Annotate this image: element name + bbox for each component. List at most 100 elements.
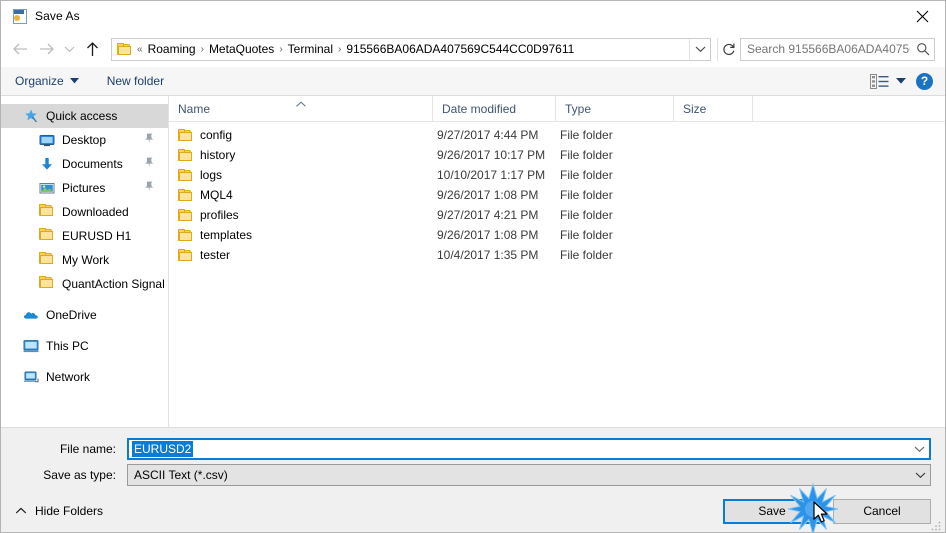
dialog-footer: Hide Folders Save Cancel [1,490,945,532]
file-list-rows: config 9/27/2017 4:44 PM File folder his… [169,122,945,427]
file-type-cell: File folder [560,128,613,142]
search-box[interactable] [740,37,935,61]
sidebar-item-onedrive[interactable]: OneDrive [1,303,168,327]
breadcrumb-item-2[interactable]: Terminal [284,42,337,56]
column-header-date-modified[interactable]: Date modified [433,96,556,121]
chevron-down-icon [64,46,74,53]
address-bar[interactable]: « Roaming › MetaQuotes › Terminal › 9155… [111,37,711,61]
folder-icon [178,128,193,142]
chevron-up-icon [295,97,307,111]
table-row[interactable]: logs 10/10/2017 1:17 PM File folder [169,165,945,185]
pin-icon[interactable] [144,181,154,195]
back-button[interactable] [7,36,33,62]
help-button[interactable]: ? [916,72,933,90]
breadcrumb-item-3[interactable]: 915566BA06ADA407569C544CC0D97611 [342,42,578,56]
arrow-left-icon [12,43,27,55]
table-row[interactable]: MQL4 9/26/2017 1:08 PM File folder [169,185,945,205]
organize-button[interactable]: Organize [15,74,79,88]
file-type-cell: File folder [560,208,613,222]
sidebar-item-desktop[interactable]: Desktop [1,128,168,152]
sidebar-item-label: Pictures [62,181,106,195]
column-header-label: Size [683,101,707,116]
breadcrumb-item-0[interactable]: Roaming [144,42,200,56]
table-row[interactable]: history 9/26/2017 10:17 PM File folder [169,145,945,165]
pin-icon[interactable] [144,157,154,171]
sidebar-item-my-work[interactable]: My Work [1,248,168,272]
sidebar-item-label: OneDrive [46,308,97,322]
column-header-type[interactable]: Type [556,96,674,121]
file-name-label: templates [200,228,253,242]
sidebar-item-pictures[interactable]: Pictures [1,176,168,200]
column-header-label: Type [565,101,592,116]
save-as-type-dropdown-button[interactable] [910,471,930,479]
sidebar-item-label: This PC [46,339,89,353]
file-name-label: MQL4 [200,188,233,202]
close-button[interactable] [899,1,945,31]
breadcrumb-item-1[interactable]: MetaQuotes [205,42,278,56]
file-name-label: history [200,148,236,162]
column-header-label: Date modified [442,101,517,116]
file-name-cell: logs [169,168,433,182]
table-row[interactable]: config 9/27/2017 4:44 PM File folder [169,125,945,145]
network-icon [23,369,39,385]
this-pc-icon [23,338,39,354]
chevron-down-icon [695,46,705,53]
cancel-button[interactable]: Cancel [833,498,931,524]
new-folder-button[interactable]: New folder [107,74,164,88]
sidebar-item-this-pc[interactable]: This PC [1,334,168,358]
navigation-bar: « Roaming › MetaQuotes › Terminal › 9155… [1,31,945,67]
sidebar-item-downloaded[interactable]: Downloaded [1,200,168,224]
save-as-type-select[interactable]: ASCII Text (*.csv) [127,464,931,486]
column-header-label: Name [178,101,211,116]
save-form: File name: EURUSD2 Save as type: ASCII T… [1,428,945,490]
file-name-dropdown-button[interactable] [909,445,929,453]
pin-icon[interactable] [144,133,154,147]
column-header-size[interactable]: Size [674,96,753,121]
change-view-button[interactable] [870,73,906,89]
chevron-down-icon [915,472,925,479]
file-name-input[interactable]: EURUSD2 [127,438,931,460]
refresh-button[interactable] [717,37,740,61]
sidebar-item-label: Network [46,370,91,384]
table-row[interactable]: tester 10/4/2017 1:35 PM File folder [169,245,945,265]
save-button[interactable]: Save [723,498,821,524]
footer-buttons: Save Cancel [723,498,931,524]
sidebar-item-eurusd-h1[interactable]: EURUSD H1 [1,224,168,248]
sidebar-item-quick-access[interactable]: Quick access [1,104,168,128]
column-header-name[interactable]: Name [169,96,433,121]
breadcrumb: « Roaming › MetaQuotes › Terminal › 9155… [136,42,689,56]
refresh-icon [723,43,735,55]
recent-locations-button[interactable] [59,36,79,62]
save-as-dialog: Save As « Roaming › MetaQuotes › Termina… [0,0,946,533]
organize-label: Organize [15,74,64,88]
table-row[interactable]: profiles 9/27/2017 4:21 PM File folder [169,205,945,225]
search-icon [912,42,934,56]
search-input[interactable] [741,41,912,57]
file-list-pane: Name Date modified Type Size config 9/27… [169,96,945,427]
sidebar-item-quantaction-signal[interactable]: QuantAction Signal [1,272,168,296]
table-row[interactable]: templates 9/26/2017 1:08 PM File folder [169,225,945,245]
chevron-up-icon [15,504,27,518]
save-as-icon [11,8,27,24]
resize-grip-icon[interactable] [930,518,942,531]
folder-icon [39,252,55,268]
up-button[interactable] [79,36,105,62]
file-date-cell: 10/4/2017 1:35 PM [437,248,539,262]
toolbar-right-group: ? [870,72,933,90]
folder-icon [178,248,193,262]
sidebar-item-network[interactable]: Network [1,365,168,389]
arrow-right-icon [39,43,54,55]
file-type-cell: File folder [560,148,613,162]
address-dropdown-button[interactable] [689,38,710,60]
forward-button[interactable] [33,36,59,62]
dialog-body: Quick access Desktop Documents Pictures … [1,96,945,428]
file-type-cell: File folder [560,168,613,182]
file-date-cell: 9/26/2017 1:08 PM [437,228,539,242]
column-header-filler [753,96,945,121]
documents-download-icon [39,156,55,172]
navigation-pane: Quick access Desktop Documents Pictures … [1,96,169,427]
sidebar-item-documents[interactable]: Documents [1,152,168,176]
hide-folders-button[interactable]: Hide Folders [15,504,103,518]
breadcrumb-overflow[interactable]: « [136,44,144,55]
